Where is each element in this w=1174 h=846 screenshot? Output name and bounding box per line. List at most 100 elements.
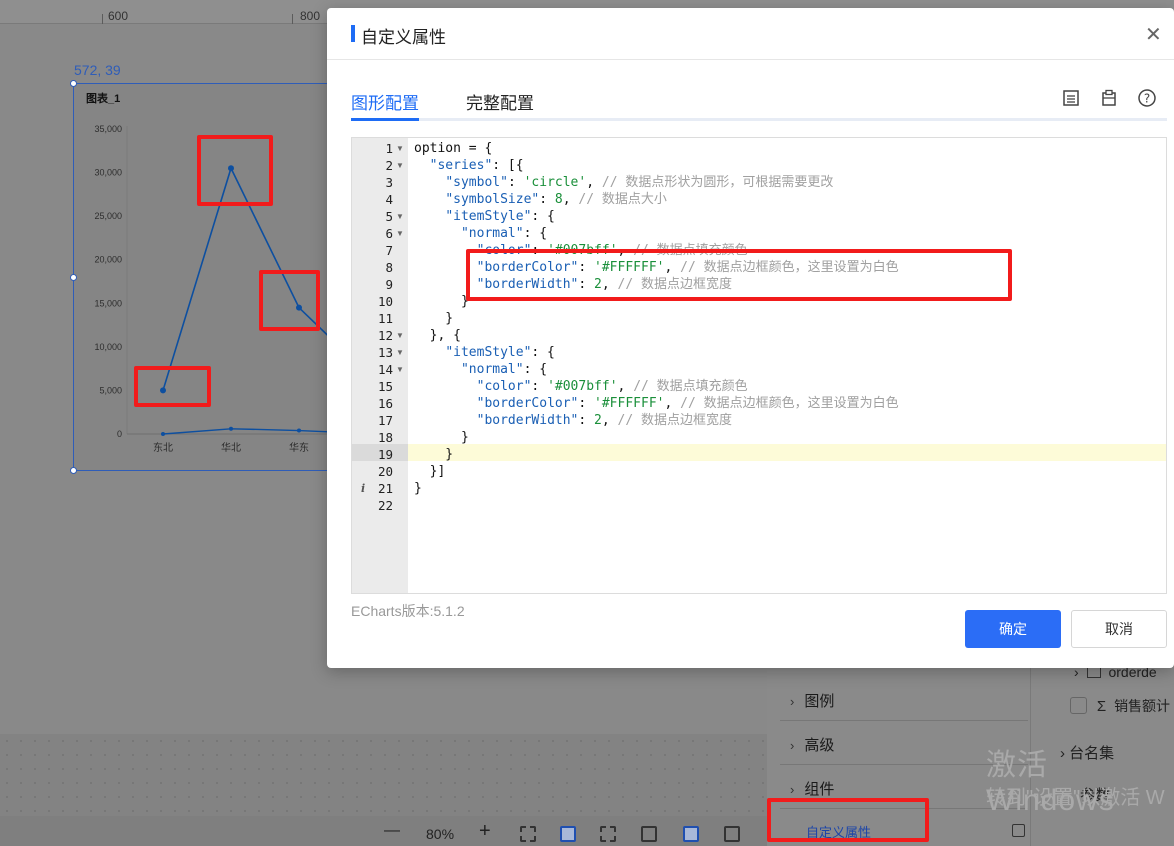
line-number: 9: [385, 277, 393, 292]
code-line[interactable]: "normal": {: [414, 361, 547, 378]
close-icon[interactable]: ✕: [1145, 22, 1162, 47]
code-line[interactable]: }]: [414, 463, 446, 480]
field-item-sales[interactable]: Σ 销售额计: [1070, 696, 1170, 716]
confirm-button[interactable]: 确定: [965, 610, 1061, 648]
sum-icon: Σ: [1096, 698, 1107, 715]
panel-item-advanced[interactable]: › 高级: [790, 734, 834, 755]
x-tick-label: 东北: [153, 441, 173, 454]
fold-toggle-icon[interactable]: ▼: [396, 140, 404, 157]
tab-active-indicator: [351, 118, 419, 121]
code-line[interactable]: "borderWidth": 2, // 数据点边框宽度: [414, 412, 732, 429]
line-number: 19: [377, 447, 393, 462]
line-number: 7: [385, 243, 393, 258]
series-line: [162, 428, 328, 435]
code-line[interactable]: "series": [{: [414, 157, 524, 174]
line-number: 17: [377, 413, 393, 428]
zoom-in-button[interactable]: +: [479, 820, 491, 843]
data-point[interactable]: [161, 432, 165, 436]
fold-toggle-icon[interactable]: ▼: [396, 225, 404, 242]
coordinate-readout: 572, 39: [74, 62, 121, 78]
y-tick-label: 10,000: [94, 342, 122, 352]
custom-properties-dialog: 自定义属性 ✕ 图形配置 完整配置 ? 1 ▼ option = {2 ▼ "seri…: [327, 8, 1174, 668]
grid-layout-icon[interactable]: [683, 826, 699, 842]
fit-screen-icon[interactable]: [560, 826, 576, 842]
panel-item-component[interactable]: › 组件: [790, 778, 834, 799]
code-line[interactable]: "normal": {: [414, 225, 547, 242]
code-line[interactable]: "symbolSize": 8, // 数据点大小: [414, 191, 667, 208]
activation-watermark-sub: 转到"设置"以激活 W: [986, 787, 1165, 809]
layout-icon[interactable]: [641, 826, 657, 842]
help-icon[interactable]: ?: [1137, 88, 1157, 108]
code-line[interactable]: "color": '#007bff', // 数据点填充颜色: [414, 378, 748, 395]
chart-title: 图表_1: [86, 93, 121, 105]
chevron-right-icon: ›: [790, 782, 795, 797]
table-layout-icon[interactable]: [724, 826, 740, 842]
annotation-box: [259, 270, 320, 331]
line-number: 3: [385, 175, 393, 190]
line-number: 22: [377, 498, 393, 513]
code-line[interactable]: "symbol": 'circle', // 数据点形状为圆形，可根据需要更改: [414, 174, 833, 191]
code-line[interactable]: "itemStyle": {: [414, 344, 555, 361]
tab-full-config[interactable]: 完整配置: [466, 89, 534, 114]
fold-toggle-icon[interactable]: ▼: [396, 361, 404, 378]
line-number: 6: [385, 226, 393, 241]
tab-chart-config[interactable]: 图形配置: [351, 89, 419, 114]
x-tick-label: 华东: [289, 441, 309, 454]
panel-item-label: 图例: [804, 693, 835, 710]
cancel-button[interactable]: 取消: [1071, 610, 1167, 648]
field-checkbox[interactable]: [1070, 697, 1087, 714]
code-line[interactable]: option = {: [414, 140, 492, 157]
annotation-box: [134, 366, 211, 407]
resize-handle-nw[interactable]: [70, 80, 77, 87]
line-number: 12: [377, 328, 393, 343]
dialog-title: 自定义属性: [361, 28, 446, 47]
line-number: 2: [385, 158, 393, 173]
dialog-header: [327, 8, 1174, 60]
code-line[interactable]: }: [414, 446, 453, 463]
fit-width-icon[interactable]: [600, 826, 616, 842]
fold-toggle-icon[interactable]: ▼: [396, 208, 404, 225]
title-accent-bar: [351, 25, 355, 42]
tab-underline: [351, 118, 1167, 121]
panel-item-label: 组件: [804, 781, 835, 798]
annotation-box: [197, 135, 273, 206]
y-tick-label: 30,000: [94, 168, 122, 178]
code-line[interactable]: "borderColor": '#FFFFFF', // 数据点边框颜色，这里设…: [414, 395, 899, 412]
panel-item-legend[interactable]: › 图例: [790, 690, 834, 711]
zoom-out-button[interactable]: —: [384, 822, 400, 840]
info-icon[interactable]: i: [361, 480, 365, 497]
line-number: 4: [385, 192, 393, 207]
data-point[interactable]: [229, 426, 233, 431]
line-number: 8: [385, 260, 393, 275]
annotation-box: [767, 798, 929, 842]
canvas-grid-area: [0, 734, 767, 816]
code-line[interactable]: }: [414, 429, 469, 446]
fold-toggle-icon[interactable]: ▼: [396, 157, 404, 174]
line-number: 18: [377, 430, 393, 445]
active-line-highlight: [352, 444, 1166, 461]
code-line[interactable]: "itemStyle": {: [414, 208, 555, 225]
code-line[interactable]: }: [414, 480, 422, 497]
line-number: 15: [377, 379, 393, 394]
code-editor[interactable]: 1 ▼ option = {2 ▼ "series": [{3 "symbol": '…: [351, 137, 1167, 594]
divider: [780, 720, 1028, 721]
zoom-level: 80%: [426, 826, 455, 842]
svg-text:?: ?: [1144, 92, 1150, 106]
line-number: 14: [377, 362, 393, 377]
external-edit-icon[interactable]: [1012, 824, 1025, 837]
fold-toggle-icon[interactable]: ▼: [396, 327, 404, 344]
field-label: 销售额计: [1114, 698, 1171, 714]
line-number: 16: [377, 396, 393, 411]
data-point[interactable]: [297, 428, 301, 433]
document-icon[interactable]: [1061, 88, 1081, 108]
fold-toggle-icon[interactable]: ▼: [396, 344, 404, 361]
code-line[interactable]: }: [414, 293, 469, 310]
line-number: 20: [377, 464, 393, 479]
select-area-icon[interactable]: [520, 826, 536, 842]
code-line[interactable]: }, {: [414, 327, 461, 344]
clipboard-icon[interactable]: [1099, 88, 1119, 108]
y-tick-label: 35,000: [94, 124, 122, 134]
line-number: 1: [385, 141, 393, 156]
y-tick-label: 25,000: [94, 211, 122, 221]
code-line[interactable]: }: [414, 310, 453, 327]
